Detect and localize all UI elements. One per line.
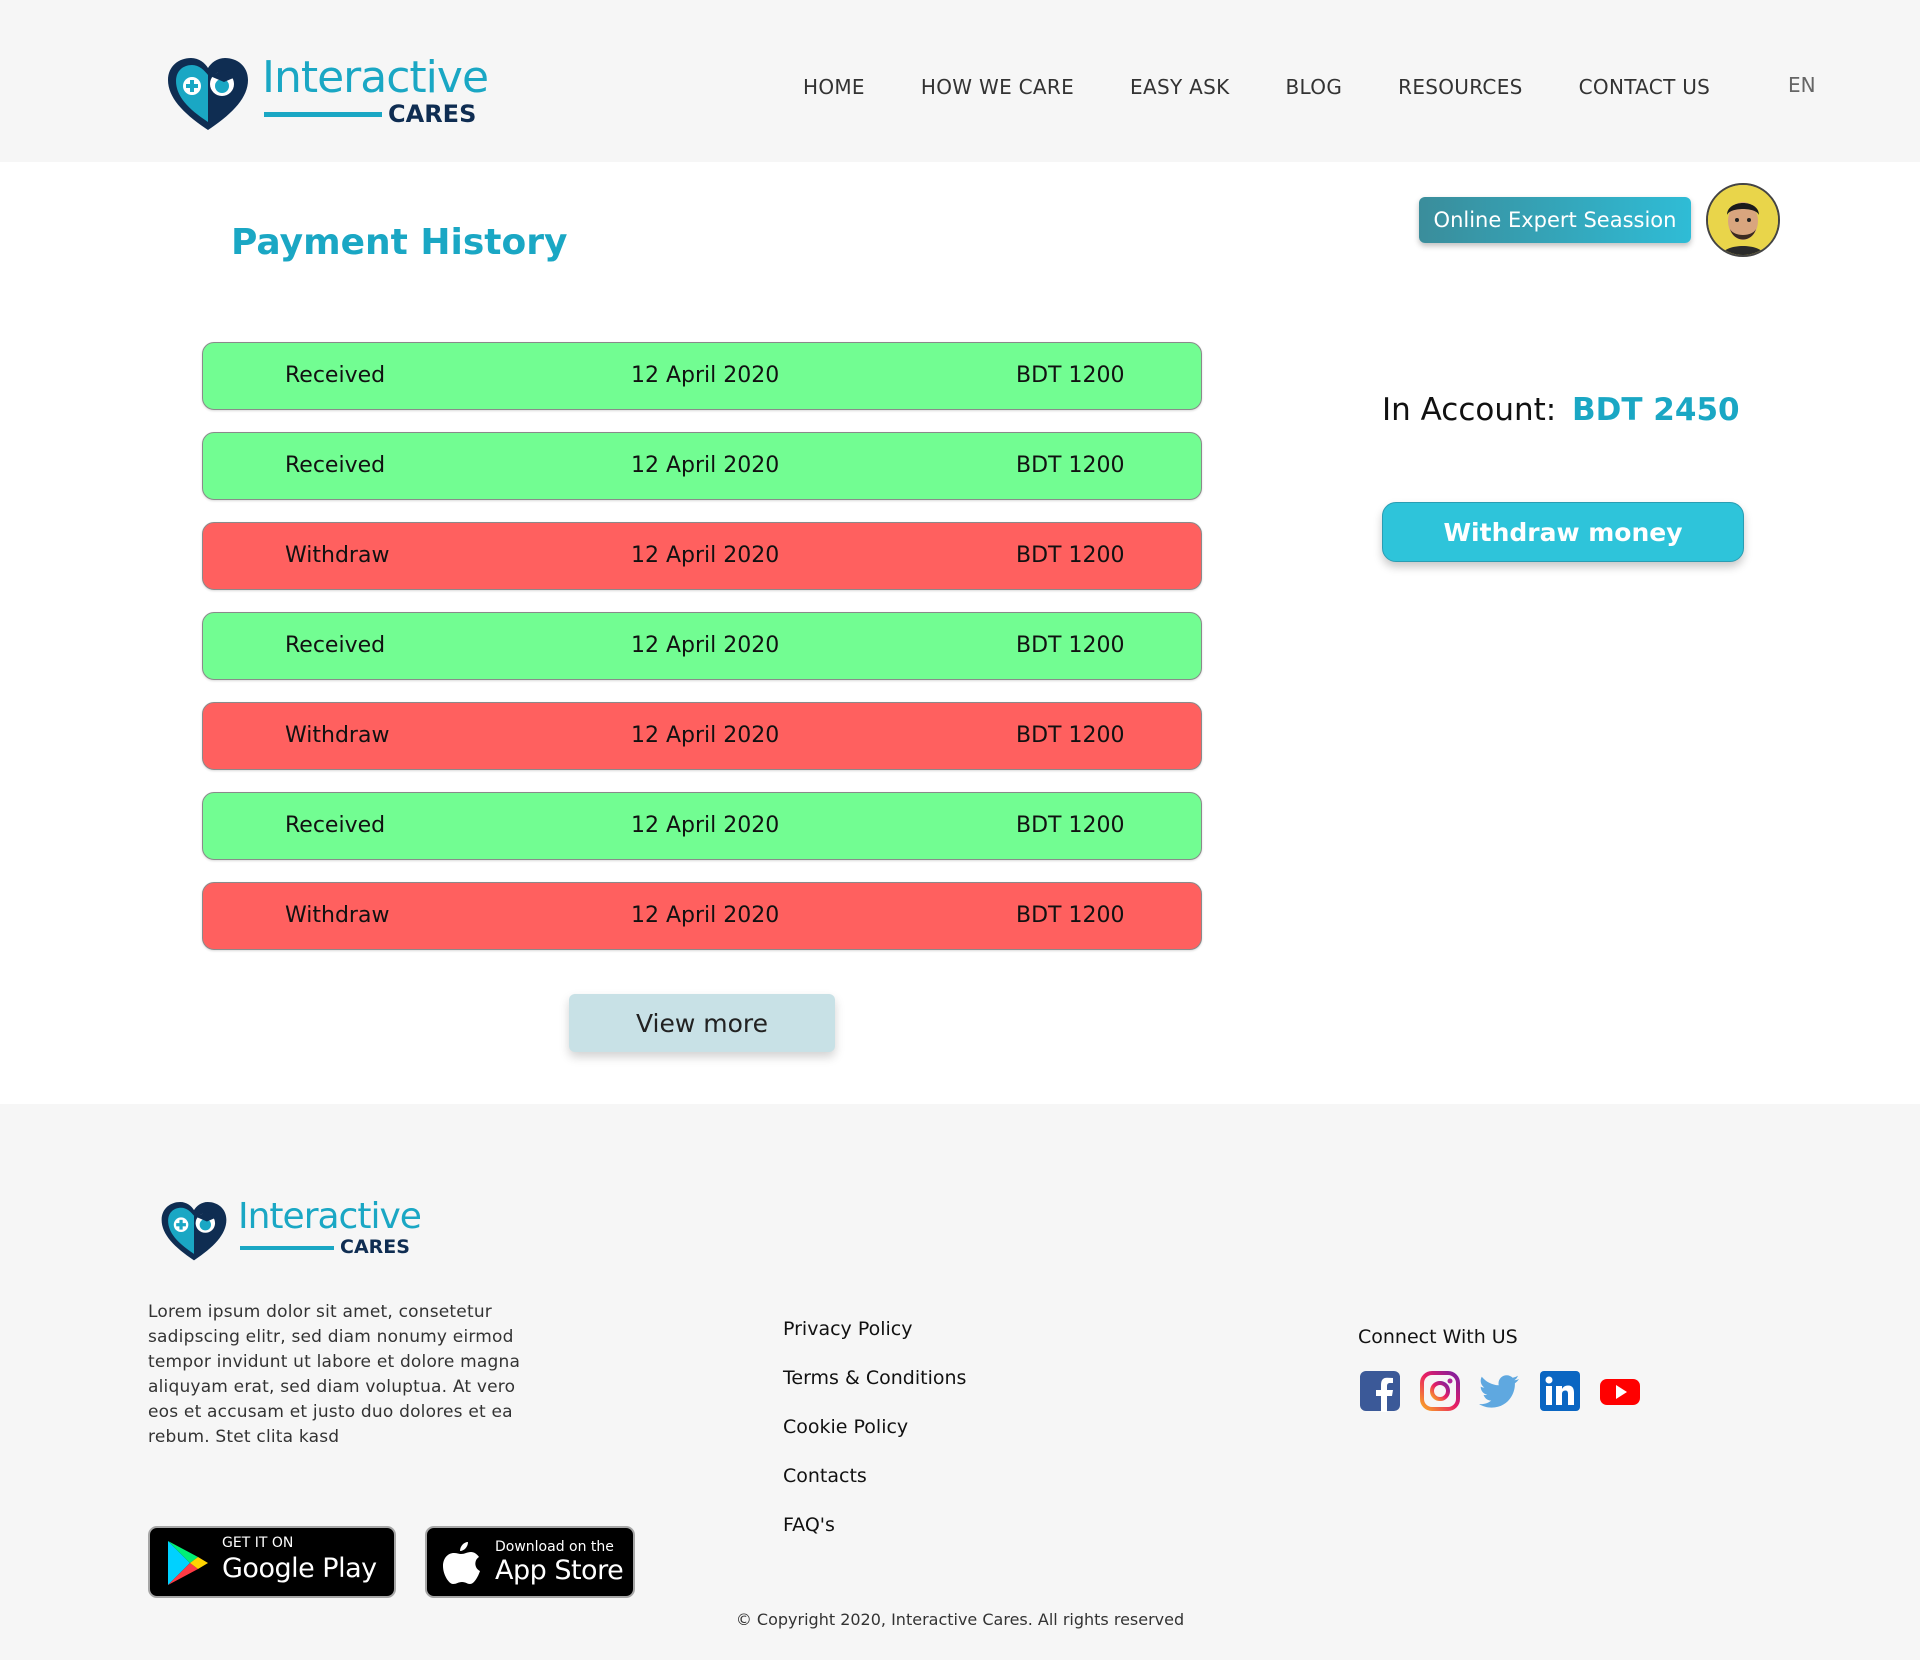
transaction-type: Received: [285, 453, 386, 478]
linkedin-icon[interactable]: [1539, 1370, 1581, 1412]
apple-icon: [443, 1542, 480, 1584]
transaction-amount: BDT 1200: [1016, 723, 1125, 748]
page-title: Payment History: [231, 222, 568, 263]
transaction-date: 12 April 2020: [631, 633, 780, 658]
google-play-big-text: Google Play: [222, 1553, 377, 1584]
payment-history-list: Received 12 April 2020 BDT 1200 Received…: [202, 342, 1202, 972]
google-play-badge[interactable]: GET IT ON Google Play: [148, 1526, 396, 1598]
transaction-type: Received: [285, 633, 386, 658]
transaction-row[interactable]: Withdraw 12 April 2020 BDT 1200: [202, 522, 1202, 590]
brand-logo[interactable]: Interactive CARES: [166, 52, 489, 136]
account-balance-value: BDT 2450: [1572, 392, 1740, 428]
nav-how-we-care[interactable]: HOW WE CARE: [921, 75, 1074, 99]
privacy-policy-link[interactable]: Privacy Policy: [783, 1318, 966, 1367]
facebook-icon[interactable]: [1359, 1370, 1401, 1412]
nav-easy-ask[interactable]: EASY ASK: [1130, 75, 1229, 99]
transaction-type: Withdraw: [285, 543, 390, 568]
faq-link[interactable]: FAQ's: [783, 1514, 966, 1563]
transaction-amount: BDT 1200: [1016, 633, 1125, 658]
app-store-small-text: Download on the: [495, 1539, 614, 1555]
transaction-type: Received: [285, 363, 386, 388]
online-expert-session-button[interactable]: Online Expert Seassion: [1419, 197, 1691, 243]
nav-blog[interactable]: BLOG: [1286, 75, 1343, 99]
transaction-amount: BDT 1200: [1016, 453, 1125, 478]
app-store-big-text: App Store: [495, 1555, 624, 1586]
logo-subtitle: CARES: [388, 100, 477, 128]
transaction-date: 12 April 2020: [631, 453, 780, 478]
google-play-small-text: GET IT ON: [222, 1535, 294, 1551]
transaction-type: Withdraw: [285, 903, 390, 928]
transaction-row[interactable]: Received 12 April 2020 BDT 1200: [202, 342, 1202, 410]
language-selector[interactable]: EN: [1788, 73, 1816, 97]
account-balance-label: In Account:: [1382, 392, 1557, 428]
contacts-link[interactable]: Contacts: [783, 1465, 966, 1514]
site-footer: Interactive CARES Lorem ipsum dolor sit …: [0, 1104, 1920, 1660]
transaction-row[interactable]: Withdraw 12 April 2020 BDT 1200: [202, 702, 1202, 770]
transaction-date: 12 April 2020: [631, 543, 780, 568]
logo-subtitle: CARES: [340, 1236, 410, 1258]
terms-conditions-link[interactable]: Terms & Conditions: [783, 1367, 966, 1416]
transaction-date: 12 April 2020: [631, 903, 780, 928]
cookie-policy-link[interactable]: Cookie Policy: [783, 1416, 966, 1465]
google-play-icon: [168, 1541, 208, 1585]
social-links: [1359, 1370, 1659, 1412]
app-store-badge[interactable]: Download on the App Store: [425, 1526, 635, 1598]
connect-with-us-label: Connect With US: [1358, 1326, 1518, 1348]
transaction-type: Received: [285, 813, 386, 838]
transaction-date: 12 April 2020: [631, 363, 780, 388]
youtube-icon[interactable]: [1599, 1370, 1641, 1412]
nav-contact-us[interactable]: CONTACT US: [1579, 75, 1711, 99]
instagram-icon[interactable]: [1419, 1370, 1461, 1412]
transaction-row[interactable]: Received 12 April 2020 BDT 1200: [202, 792, 1202, 860]
withdraw-money-button[interactable]: Withdraw money: [1382, 502, 1744, 562]
nav-resources[interactable]: RESOURCES: [1398, 75, 1523, 99]
view-more-button[interactable]: View more: [569, 994, 835, 1052]
heart-logo-icon: [161, 1202, 227, 1261]
twitter-icon[interactable]: [1479, 1370, 1521, 1412]
transaction-amount: BDT 1200: [1016, 903, 1125, 928]
logo-underline: [264, 112, 382, 117]
transaction-row[interactable]: Withdraw 12 April 2020 BDT 1200: [202, 882, 1202, 950]
site-header: Interactive CARES HOME HOW WE CARE EASY …: [0, 0, 1920, 162]
transaction-amount: BDT 1200: [1016, 363, 1125, 388]
footer-links: Privacy Policy Terms & Conditions Cookie…: [783, 1318, 966, 1563]
transaction-amount: BDT 1200: [1016, 813, 1125, 838]
transaction-row[interactable]: Received 12 April 2020 BDT 1200: [202, 432, 1202, 500]
transaction-date: 12 April 2020: [631, 813, 780, 838]
main-nav: HOME HOW WE CARE EASY ASK BLOG RESOURCES…: [790, 72, 1710, 102]
nav-home[interactable]: HOME: [803, 75, 865, 99]
logo-word: Interactive: [238, 1196, 422, 1237]
user-avatar-icon: [1708, 185, 1778, 255]
logo-underline: [240, 1246, 334, 1250]
avatar[interactable]: [1706, 183, 1780, 257]
transaction-date: 12 April 2020: [631, 723, 780, 748]
transaction-amount: BDT 1200: [1016, 543, 1125, 568]
footer-description: Lorem ipsum dolor sit amet, consetetur s…: [148, 1302, 521, 1447]
logo-word: Interactive: [262, 52, 489, 103]
footer-logo[interactable]: Interactive CARES: [160, 1196, 422, 1266]
heart-logo-icon: [168, 58, 248, 130]
copyright-text: © Copyright 2020, Interactive Cares. All…: [735, 1610, 1185, 1629]
transaction-type: Withdraw: [285, 723, 390, 748]
transaction-row[interactable]: Received 12 April 2020 BDT 1200: [202, 612, 1202, 680]
